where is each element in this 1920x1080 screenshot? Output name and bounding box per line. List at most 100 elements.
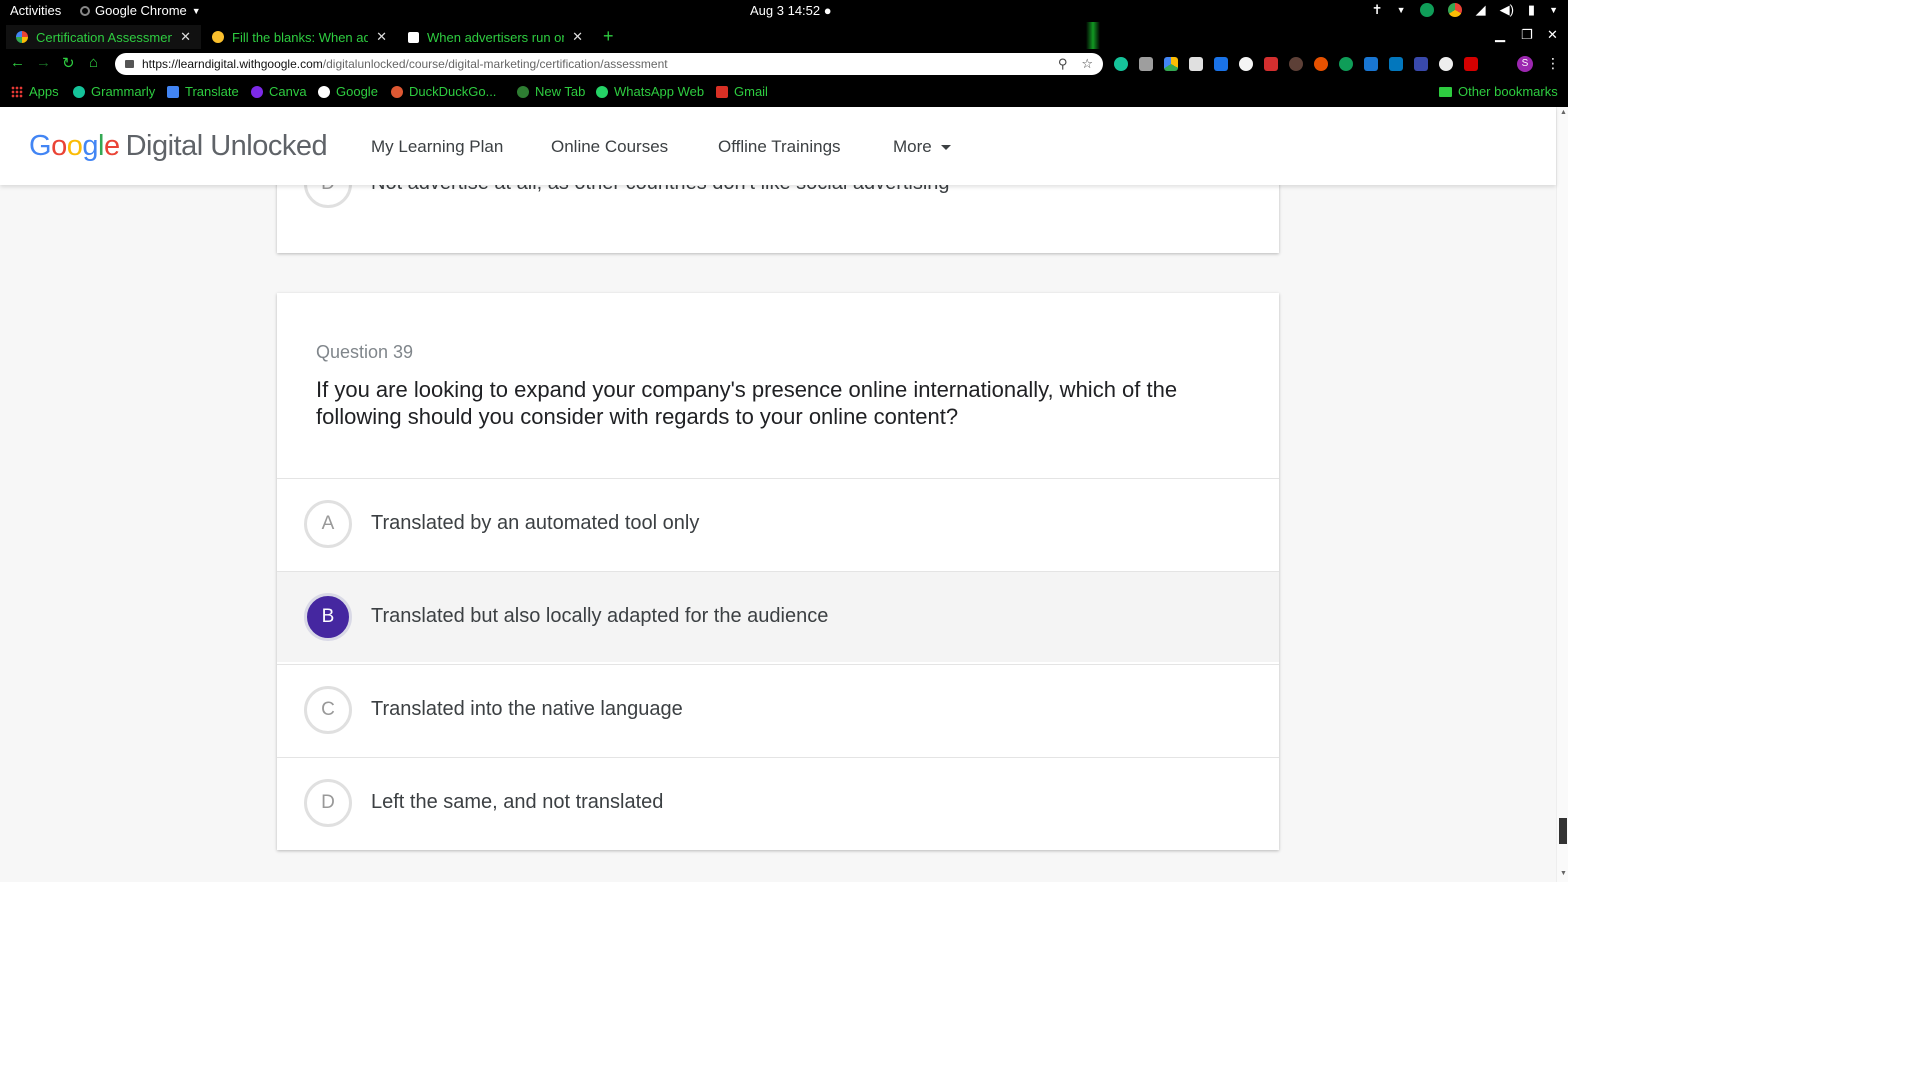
bookmark-whatsapp[interactable]: WhatsApp Web (596, 84, 704, 99)
page-viewport: D Not advertise at all, as other countri… (0, 107, 1568, 882)
page-scrollbar[interactable]: ▲ ▼ (1556, 107, 1568, 882)
close-tab-icon[interactable]: ✕ (376, 29, 387, 45)
scroll-up-arrow-icon[interactable]: ▲ (1560, 109, 1567, 116)
clock-text: Aug 3 14:52 (750, 3, 821, 18)
bookmark-label: Apps (29, 84, 59, 99)
calendar-extension-icon[interactable] (1214, 57, 1228, 71)
logo-letter: g (82, 130, 98, 162)
bookmark-star-icon[interactable]: ☆ (1081, 56, 1093, 72)
youtube-extension-icon[interactable] (1464, 57, 1478, 71)
option-letter: B (304, 593, 352, 641)
gmail-icon (716, 85, 728, 98)
option-c[interactable]: C Translated into the native language (277, 664, 1279, 755)
nav-my-learning-plan[interactable]: My Learning Plan (371, 137, 503, 157)
option-a[interactable]: A Translated by an automated tool only (277, 478, 1279, 569)
clock[interactable]: Aug 3 14:52 ● (750, 3, 832, 18)
bookmark-label: New Tab (535, 84, 586, 99)
minimize-icon[interactable]: ▁ (1495, 27, 1505, 43)
bookmark-label: Canva (269, 84, 307, 99)
tab-title: Certification Assessment (36, 29, 173, 45)
question-text: If you are looking to expand your compan… (316, 377, 1178, 429)
google-g-icon (16, 31, 28, 43)
nav-more-label: More (893, 137, 932, 156)
bookmark-grammarly[interactable]: Grammarly (73, 84, 155, 99)
home-icon[interactable]: ⌂ (89, 54, 98, 71)
tab-when-advertisers[interactable]: When advertisers run onl ✕ (398, 25, 593, 49)
clock-extension-icon[interactable] (1239, 57, 1253, 71)
mail-extension-icon[interactable] (1189, 57, 1203, 71)
tab-certification-assessment[interactable]: Certification Assessment ✕ (6, 25, 201, 49)
zoom-icon[interactable]: ⚲ (1058, 56, 1068, 72)
url-host: https://learndigital.withgoogle.com (142, 57, 323, 71)
close-tab-icon[interactable]: ✕ (180, 29, 191, 45)
bookmark-other[interactable]: Other bookmarks (1439, 84, 1558, 99)
bookmark-canva[interactable]: Canva (251, 84, 307, 99)
system-top-bar: Activities Google Chrome ▼ Aug 3 14:52 ●… (0, 0, 1568, 22)
bookmark-new-tab[interactable]: New Tab (517, 84, 585, 99)
triangle-extension-icon[interactable] (1414, 57, 1428, 71)
chrome-icon[interactable] (1447, 3, 1462, 17)
gmail-extension-icon[interactable] (1264, 57, 1278, 71)
tab-title: Fill the blanks: When adve (232, 29, 369, 45)
profile-avatar[interactable]: S (1517, 56, 1533, 72)
scrollbar-thumb[interactable] (1559, 818, 1567, 844)
hangouts-extension-icon[interactable] (1339, 57, 1353, 71)
option-letter: C (304, 686, 352, 734)
linkedin-extension-icon[interactable] (1389, 57, 1403, 71)
bookmark-google[interactable]: Google (318, 84, 378, 99)
duckduckgo-icon (391, 85, 403, 98)
app-menu[interactable]: Google Chrome ▼ (80, 3, 201, 18)
activities-button[interactable]: Activities (10, 3, 61, 18)
tab-title: When advertisers run onl (427, 29, 565, 45)
volume-icon[interactable]: ◀) (1500, 2, 1514, 18)
system-tray[interactable]: ✝ ▼ ◢ ◀) ▮ ▼ (1372, 2, 1558, 18)
option-d[interactable]: D Left the same, and not translated (277, 757, 1279, 848)
address-bar[interactable]: https://learndigital.withgoogle.com/digi… (115, 53, 1103, 75)
lock-icon[interactable] (125, 60, 134, 68)
nav-more[interactable]: More (893, 137, 951, 157)
folder-icon (1439, 86, 1452, 97)
circle-extension-icon[interactable] (1439, 57, 1453, 71)
nav-online-courses[interactable]: Online Courses (551, 137, 668, 157)
menu-kebab-icon[interactable]: ⋮ (1546, 55, 1560, 72)
site-header: Google Digital Unlocked My Learning Plan … (0, 107, 1556, 185)
close-window-icon[interactable]: ✕ (1547, 27, 1558, 43)
canva-icon (251, 85, 263, 98)
yellow-circle-icon (212, 31, 224, 43)
new-tab-button[interactable]: + (603, 26, 614, 47)
bookmark-label: WhatsApp Web (614, 84, 705, 99)
logo-product-name: Digital Unlocked (125, 130, 328, 162)
close-tab-icon[interactable]: ✕ (572, 29, 583, 45)
keep-extension-icon[interactable] (1139, 57, 1153, 71)
chevron-down-icon: ▼ (1396, 5, 1406, 15)
digital-unlocked-logo[interactable]: Google Digital Unlocked (29, 130, 328, 163)
bookmark-apps[interactable]: Apps (11, 84, 59, 99)
bookmarks-bar: Apps Grammarly Translate Canva Google Du… (0, 79, 1568, 107)
chevron-down-icon: ▼ (191, 5, 201, 16)
bookmark-gmail[interactable]: Gmail (716, 84, 768, 99)
b-icon (408, 31, 419, 43)
bookmark-duckduckgo[interactable]: DuckDuckGo... (391, 84, 496, 99)
bookmark-translate[interactable]: Translate (167, 84, 239, 99)
option-text: Translated by an automated tool only (371, 512, 700, 534)
honey-extension-icon[interactable] (1314, 57, 1328, 71)
option-b[interactable]: B Translated but also locally adapted fo… (277, 571, 1279, 662)
k-extension-icon[interactable] (1289, 57, 1303, 71)
option-letter: A (304, 500, 352, 548)
forward-arrow-icon[interactable]: → (36, 54, 51, 71)
option-text: Translated into the native language (371, 698, 683, 720)
reload-icon[interactable]: ↻ (62, 54, 75, 72)
restore-icon[interactable]: ❐ (1521, 27, 1533, 43)
grammarly-extension-icon[interactable] (1114, 57, 1128, 71)
s-extension-icon[interactable] (1364, 57, 1378, 71)
wifi-icon[interactable]: ◢ (1476, 2, 1486, 18)
accessibility-icon[interactable]: ✝ (1372, 2, 1383, 18)
tab-fill-the-blanks[interactable]: Fill the blanks: When adve ✕ (202, 25, 397, 49)
scroll-down-arrow-icon[interactable]: ▼ (1560, 870, 1567, 877)
nav-offline-trainings[interactable]: Offline Trainings (718, 137, 841, 157)
drive-extension-icon[interactable] (1164, 57, 1178, 71)
hangouts-icon[interactable] (1419, 3, 1434, 17)
battery-icon[interactable]: ▮ (1528, 2, 1535, 18)
chevron-down-icon: ▼ (1549, 5, 1558, 15)
back-arrow-icon[interactable]: ← (10, 54, 25, 71)
